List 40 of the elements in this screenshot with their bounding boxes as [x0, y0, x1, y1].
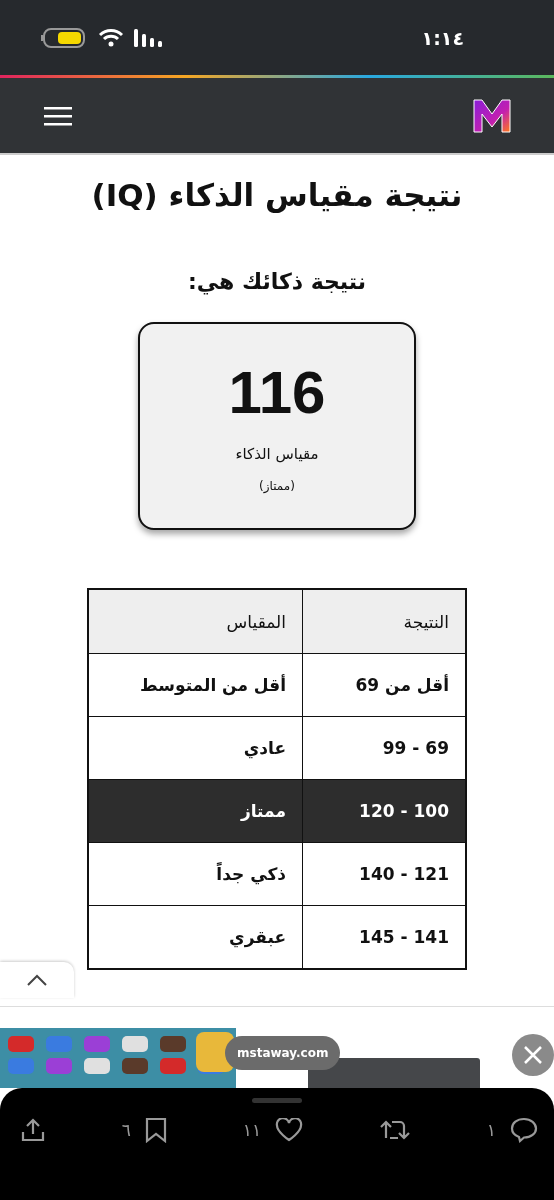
- share-button[interactable]: [20, 1117, 46, 1143]
- count-label: ١: [486, 1120, 496, 1140]
- bookmark-icon: [145, 1117, 167, 1143]
- column-header: النتيجة: [403, 611, 449, 632]
- table-cell: أقل من المتوسط: [140, 675, 286, 695]
- table-cell: ذكي جداً: [216, 864, 286, 884]
- score-label: مقياس الذكاء: [235, 445, 319, 463]
- table-cell: 100 - 120: [359, 801, 449, 821]
- comment-icon: [510, 1117, 538, 1143]
- count-label: ١١: [242, 1120, 262, 1140]
- repost-icon: [379, 1118, 411, 1142]
- heart-icon: [275, 1118, 304, 1142]
- table-cell: أقل من 69: [355, 675, 449, 695]
- signal-icon: [134, 27, 164, 48]
- count-label: ٦: [121, 1120, 131, 1140]
- clock: ١:١٤: [421, 26, 464, 49]
- wifi-icon: [98, 27, 124, 48]
- table-cell: ممتاز: [240, 801, 286, 821]
- column-header: المقياس: [226, 611, 286, 632]
- battery-icon: [40, 26, 88, 49]
- caret-icon: [26, 974, 48, 986]
- share-icon: [20, 1117, 46, 1143]
- repost-button[interactable]: [379, 1118, 411, 1142]
- page-title: نتيجة مقياس الذكاء (IQ): [90, 177, 464, 213]
- logo-icon[interactable]: [472, 97, 512, 134]
- reply-button[interactable]: ١: [486, 1117, 538, 1143]
- close-icon: [523, 1045, 543, 1065]
- like-button[interactable]: ١١: [242, 1118, 304, 1142]
- close-button[interactable]: [512, 1034, 554, 1076]
- bookmark-button[interactable]: ٦: [121, 1117, 167, 1143]
- table-cell: عادي: [243, 738, 286, 758]
- menu-icon[interactable]: [44, 105, 72, 126]
- score-category: (ممتاز): [259, 479, 295, 493]
- score-value: 116: [228, 358, 326, 427]
- table-cell: عبقري: [229, 927, 286, 947]
- table-cell: 121 - 140: [359, 864, 449, 884]
- site-label: mstaway.com: [225, 1036, 341, 1070]
- result-heading: نتيجة ذكائك هي:: [186, 269, 368, 294]
- table-cell: 69 - 99: [382, 738, 449, 758]
- table-cell: 141 - 145: [359, 927, 449, 947]
